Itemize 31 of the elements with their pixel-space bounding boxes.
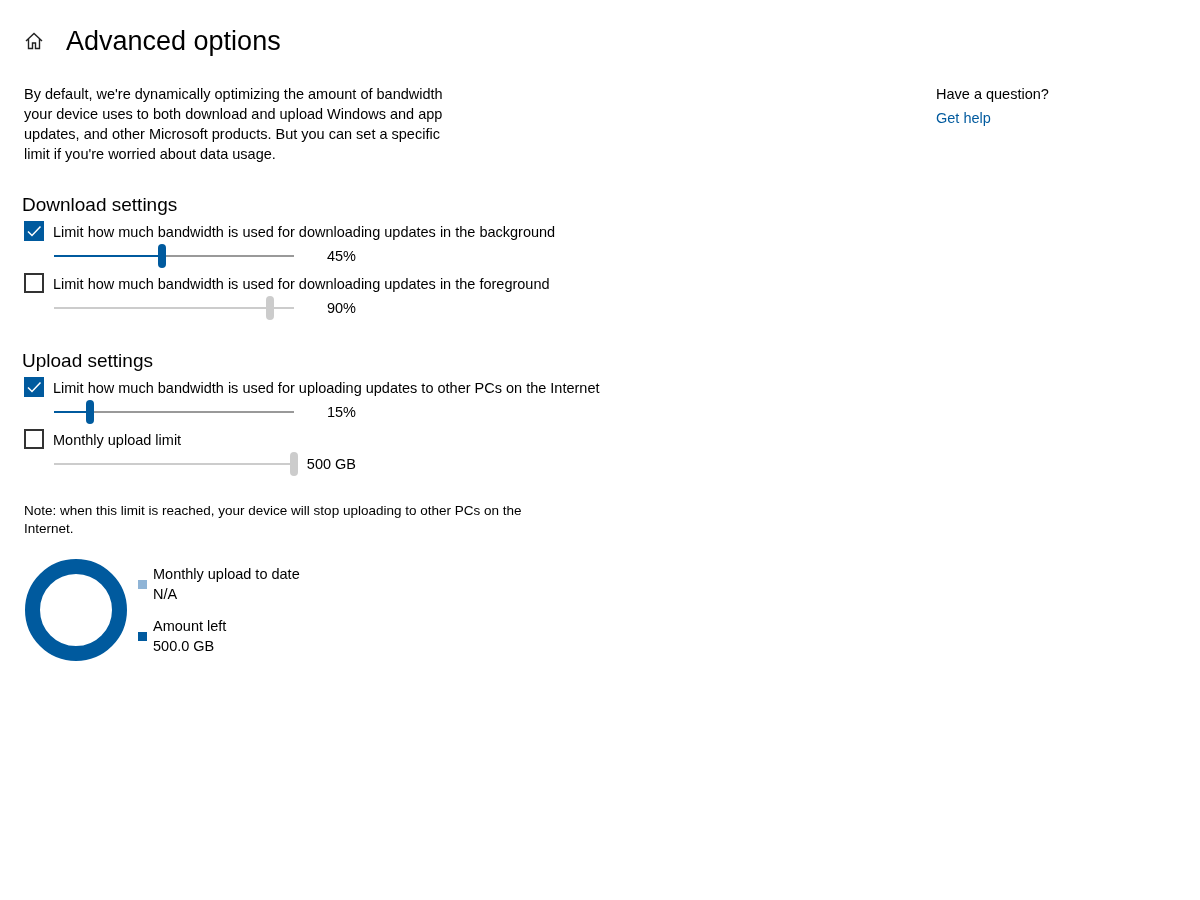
get-help-link[interactable]: Get help	[936, 110, 991, 126]
slider-value: 45%	[325, 248, 356, 264]
help-question: Have a question?	[936, 86, 1050, 102]
slider-value: 15%	[325, 404, 356, 420]
slider-thumb[interactable]	[158, 244, 166, 268]
section-heading: Download settings	[22, 194, 179, 216]
checkbox[interactable]	[24, 429, 44, 449]
checkbox-label: Limit how much bandwidth is used for downloading updates in the foreground	[53, 275, 550, 294]
legend-value: N/A	[153, 585, 179, 604]
checkbox[interactable]	[24, 273, 44, 293]
checkbox-label: Monthly upload limit	[53, 431, 182, 450]
slider-thumb[interactable]	[86, 400, 94, 424]
slider-track[interactable]	[54, 296, 294, 320]
legend-value: 500.0 GB	[153, 637, 216, 656]
checkbox-label: Limit how much bandwidth is used for uploading updates to other PCs on the Internet	[53, 379, 600, 398]
page-title: Advanced options	[66, 25, 281, 57]
slider-thumb[interactable]	[290, 452, 298, 476]
home-icon[interactable]	[24, 31, 44, 51]
checkbox-label: Limit how much bandwidth is used for downloading updates in the background	[53, 223, 556, 242]
legend-label: Amount left	[153, 617, 227, 636]
slider-track[interactable]	[54, 400, 294, 424]
slider-value: 500 GB	[305, 456, 356, 472]
legend-label: Monthly upload to date	[153, 565, 300, 584]
note-text: Note: when this limit is reached, your device will stop uploading to other PCs on the Internet.	[24, 502, 523, 538]
slider-thumb[interactable]	[266, 296, 274, 320]
checkbox[interactable]	[24, 377, 44, 397]
description-text: By default, we're dynamically optimizing the amount of bandwidth your device uses to both download and upload Windows and app updates, and other Microsoft products. But you can set a specific limit if you're worried about data usage.	[24, 85, 444, 164]
section-heading: Upload settings	[22, 350, 154, 372]
checkbox[interactable]	[24, 221, 44, 241]
slider-track[interactable]	[54, 244, 294, 268]
slider-value: 90%	[325, 300, 356, 316]
